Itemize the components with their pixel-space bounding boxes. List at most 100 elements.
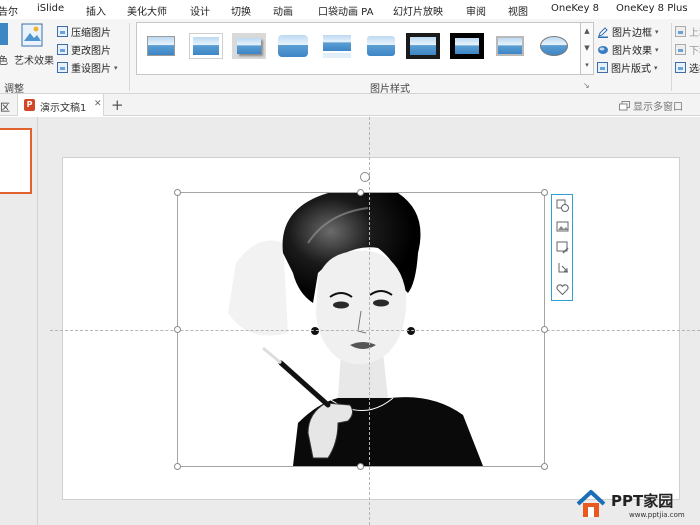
reset-picture-button[interactable]: 重设图片 ▾ — [57, 60, 118, 75]
compress-pictures-label: 压缩图片 — [71, 28, 111, 39]
selection-pane-label: 选择 — [689, 64, 700, 75]
resize-handle-bottom-left[interactable] — [174, 463, 181, 470]
tab-onekey8[interactable]: OneKey 8 — [551, 3, 599, 14]
reset-picture-label: 重设图片 — [71, 64, 111, 75]
picture-style-metal-frame[interactable] — [493, 33, 527, 59]
picture-style-oval[interactable] — [537, 33, 571, 59]
resize-handle-top[interactable] — [357, 189, 364, 196]
resize-handle-bottom-right[interactable] — [541, 463, 548, 470]
resize-handle-bottom[interactable] — [357, 463, 364, 470]
change-picture-button[interactable]: 更改图片 — [57, 42, 111, 57]
adjust-group-label: 调整 — [4, 84, 24, 95]
tab-insert[interactable]: 插入 — [86, 3, 106, 18]
picture-styles-gallery — [136, 22, 584, 75]
selection-pane-icon — [675, 62, 686, 73]
slide-thumbnail-panel — [0, 117, 38, 525]
tab-animations[interactable]: 动画 — [273, 3, 293, 18]
watermark-brand: PPT家园 — [611, 492, 674, 510]
artistic-effects-icon — [21, 23, 43, 47]
picture-edit-icon[interactable] — [556, 241, 569, 254]
compress-pictures-icon — [57, 26, 68, 37]
tab-onekey8-plus[interactable]: OneKey 8 Plus — [616, 3, 688, 14]
heart-icon[interactable] — [556, 283, 569, 296]
change-picture-icon — [57, 44, 68, 55]
picture-style-simple-frame[interactable] — [144, 33, 178, 59]
left-panel-tab-fragment[interactable]: 区 — [0, 99, 10, 114]
picture-border-label: 图片边框 — [612, 28, 652, 39]
pptjia-watermark: PPT家园 www.pptjia.com — [574, 487, 700, 525]
picture-style-soft-edge[interactable] — [276, 33, 310, 59]
tab-review[interactable]: 审阅 — [466, 3, 486, 18]
floating-picture-toolbar — [551, 194, 573, 301]
bring-forward-button[interactable]: 上移 — [675, 24, 700, 39]
house-logo-icon — [576, 490, 606, 517]
rotate-handle-icon[interactable] — [360, 172, 370, 182]
show-multi-window-button[interactable]: 显示多窗口 — [619, 98, 683, 113]
tab-view[interactable]: 视图 — [508, 3, 528, 18]
picture-style-black-matte[interactable] — [450, 33, 484, 59]
dropdown-arrow-icon: ▾ — [655, 45, 659, 54]
resize-handle-top-left[interactable] — [174, 189, 181, 196]
resize-handle-right[interactable] — [541, 326, 548, 333]
show-multi-window-label: 显示多窗口 — [633, 102, 683, 113]
multi-window-icon — [619, 100, 630, 110]
watermark-url: www.pptjia.com — [629, 511, 685, 519]
picture-effects-button[interactable]: 图片效果 ▾ — [597, 42, 659, 57]
tab-beautify-master[interactable]: 美化大师 — [127, 3, 167, 18]
color-button[interactable]: 色 — [0, 23, 10, 75]
tab-pocket-animation[interactable]: 口袋动画 PA — [318, 3, 373, 18]
powerpoint-icon: P — [24, 99, 35, 111]
picture-layout-label: 图片版式 — [611, 64, 651, 75]
picture-style-reflected[interactable] — [320, 33, 354, 59]
dropdown-arrow-icon: ▾ — [114, 63, 118, 72]
picture-style-shadow[interactable] — [232, 33, 266, 59]
ribbon: 色 艺术效果 压缩图片 更改图片 重设图片 ▾ 调整 ▲ ▼ ▾ 图片样式 ↘ … — [0, 19, 700, 95]
picture-styles-group-label: 图片样式 — [370, 84, 410, 95]
scroll-down-icon[interactable]: ▼ — [581, 40, 593, 57]
divider — [671, 23, 672, 91]
tab-transitions[interactable]: 切换 — [231, 3, 251, 18]
compress-pictures-button[interactable]: 压缩图片 — [57, 24, 111, 39]
tab-design[interactable]: 设计 — [190, 3, 210, 18]
dropdown-arrow-icon: ▾ — [655, 27, 659, 36]
shape-layout-icon[interactable] — [556, 199, 569, 212]
scroll-up-icon[interactable]: ▲ — [581, 23, 593, 40]
document-tab-title: 演示文稿1 — [40, 103, 87, 114]
slide-thumbnail[interactable] — [0, 128, 32, 194]
app-window: 告尔 iSlide 插入 美化大师 设计 切换 动画 口袋动画 PA 幻灯片放映… — [0, 0, 700, 525]
send-backward-label: 下移 — [689, 46, 700, 57]
picture-icon[interactable] — [556, 220, 569, 233]
picture-effects-label: 图片效果 — [612, 46, 652, 57]
document-tab[interactable]: P 演示文稿1 ✕ — [17, 94, 104, 116]
close-tab-icon[interactable]: ✕ — [94, 99, 102, 109]
tab-islide[interactable]: iSlide — [37, 3, 64, 14]
selection-pane-button[interactable]: 选择 — [675, 60, 700, 75]
change-picture-label: 更改图片 — [71, 46, 111, 57]
tab-home[interactable]: 告尔 — [0, 3, 18, 18]
resize-handle-top-right[interactable] — [541, 189, 548, 196]
resize-handle-left[interactable] — [174, 326, 181, 333]
picture-layout-icon — [597, 62, 608, 73]
dialog-launcher-icon[interactable]: ↘ — [583, 81, 590, 90]
artistic-effects-button[interactable]: 艺术效果 — [14, 23, 54, 75]
crop-resize-icon[interactable] — [556, 262, 569, 275]
picture-style-thick-black-frame[interactable] — [406, 33, 440, 59]
effects-icon — [598, 45, 608, 54]
artistic-effects-label: 艺术效果 — [14, 56, 54, 67]
divider — [129, 23, 130, 91]
new-tab-icon[interactable]: + — [111, 96, 124, 114]
editing-workspace: PPT家园 www.pptjia.com — [0, 117, 700, 525]
picture-style-rounded[interactable] — [364, 33, 398, 59]
picture-layout-button[interactable]: 图片版式 ▾ — [597, 60, 658, 75]
picture-border-button[interactable]: 图片边框 ▾ — [597, 24, 659, 39]
tab-slideshow[interactable]: 幻灯片放映 — [393, 3, 443, 18]
menu-bar: 告尔 iSlide 插入 美化大师 设计 切换 动画 口袋动画 PA 幻灯片放映… — [0, 0, 700, 19]
picture-style-white-frame[interactable] — [189, 33, 223, 59]
gallery-scroll[interactable]: ▲ ▼ ▾ — [580, 22, 594, 75]
color-icon — [0, 23, 8, 45]
pencil-icon — [598, 26, 608, 38]
reset-picture-icon — [57, 62, 68, 73]
send-backward-button[interactable]: 下移 — [675, 42, 700, 57]
gallery-more-icon[interactable]: ▾ — [581, 57, 593, 74]
bring-forward-label: 上移 — [689, 28, 700, 39]
